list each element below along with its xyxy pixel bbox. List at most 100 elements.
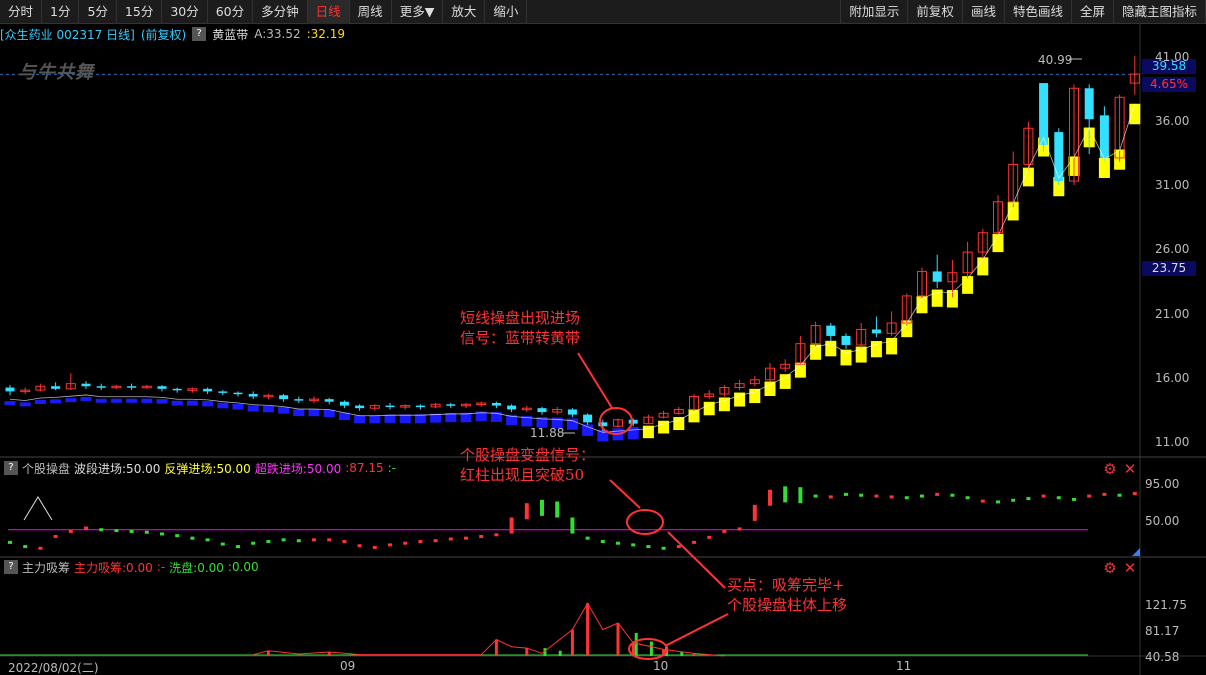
bar-mark (68, 529, 73, 533)
bar-mark (859, 493, 864, 497)
bar-mark (555, 501, 560, 518)
candle-body (446, 404, 456, 406)
candle-body (324, 399, 334, 402)
bar-mark (1041, 494, 1046, 498)
annotation-buy-point: 买点：吸筹完毕+ 个股操盘柱体上移 (727, 575, 847, 615)
band-segment (202, 401, 214, 407)
band-segment (4, 401, 16, 406)
band-segment (779, 374, 791, 389)
panel3-tick-40: 40.58 (1145, 650, 1180, 664)
bar-mark (8, 540, 12, 544)
band-segment (156, 399, 168, 404)
help-icon[interactable]: ? (4, 461, 18, 475)
price-tick-21: 21.00 (1155, 307, 1190, 321)
date-month-10: 10 (653, 659, 669, 673)
band-segment (80, 396, 92, 401)
band-segment (141, 398, 153, 403)
price-tick-26: 26.00 (1155, 242, 1190, 256)
panel3-title[interactable]: 主力吸筹 (22, 559, 70, 576)
highlight-ellipse (626, 509, 664, 535)
bar-mark (965, 496, 970, 500)
candle-body (339, 401, 349, 406)
help-icon[interactable]: ? (4, 560, 18, 574)
date-month-11: 11 (896, 659, 912, 673)
bar-mark (327, 538, 332, 542)
bar-mark (160, 532, 164, 536)
change-pct-box: 4.65% (1142, 77, 1196, 92)
candle-body (1099, 115, 1109, 158)
band-segment (186, 400, 198, 406)
annotation-arrow (667, 531, 726, 589)
band-segment (688, 409, 700, 423)
help-icon[interactable]: ? (192, 27, 207, 41)
panel3-tick-121: 121.75 (1145, 598, 1187, 612)
close-icon[interactable]: ✕ (1122, 560, 1138, 576)
panel3-series-1: 主力吸筹:0.00 (74, 560, 153, 575)
band-segment (582, 424, 594, 436)
close-icon[interactable]: ✕ (1122, 461, 1138, 477)
bar-mark (600, 540, 605, 544)
bar-mark (342, 540, 347, 544)
candle-body (172, 388, 182, 391)
price-tick-31: 31.00 (1155, 178, 1190, 192)
bar-mark (144, 530, 149, 534)
candle-body (628, 419, 638, 424)
candle-body (5, 387, 15, 392)
band-segment (126, 398, 138, 403)
bar-mark (53, 534, 58, 538)
panel2-series-5: :- (387, 461, 397, 475)
panel2-title[interactable]: 个股操盘 (22, 460, 70, 477)
bar-mark (357, 544, 362, 548)
bar-mark (464, 536, 468, 540)
panel3-series-3: 洗盘:0.00 (169, 560, 224, 575)
candle-body (1084, 88, 1094, 120)
bar-mark (403, 541, 408, 545)
bar-mark (616, 541, 620, 545)
bar-mark (540, 499, 544, 516)
band-segment (764, 381, 776, 396)
candle-body (583, 414, 593, 423)
band-segment (19, 402, 31, 407)
band-segment (278, 407, 290, 414)
bar-mark (935, 492, 940, 496)
band-segment (262, 406, 274, 413)
bar-mark (1011, 498, 1016, 502)
bar-mark (296, 539, 301, 543)
annotation-line: 个股操盘柱体上移 (727, 596, 848, 614)
gear-icon[interactable]: ⚙ (1102, 461, 1118, 477)
adjust-mode[interactable]: (前复权) (141, 26, 186, 43)
candle-body (218, 391, 228, 393)
main-chart-info: [众生药业 002317 日线] (前复权) ? 黄蓝带 A:33.52 :32… (0, 26, 345, 42)
band-value-box: 23.75 (1142, 261, 1196, 276)
bar-mark (175, 534, 180, 538)
indicator-name[interactable]: 黄蓝带 (212, 26, 248, 43)
bar-mark (220, 542, 225, 546)
bar-mark (707, 535, 712, 539)
panel3-series-2: :- (156, 560, 166, 574)
bar-mark (996, 500, 1000, 504)
band-segment (673, 417, 685, 431)
watermark-logo: 与牛共舞 (18, 62, 94, 83)
stock-title[interactable]: [众生药业 002317 日线] (0, 26, 135, 43)
candle-body (157, 386, 167, 389)
band-segment (171, 400, 183, 406)
annotation-arrow (609, 479, 641, 509)
band-segment (384, 414, 396, 423)
annotation-arrow (577, 352, 613, 409)
bar-mark (585, 536, 590, 540)
bar-mark (23, 545, 28, 549)
band-segment (65, 398, 77, 403)
price-tick-16: 16.00 (1155, 371, 1190, 385)
band-segment (110, 398, 122, 403)
bar-mark (722, 529, 727, 533)
band-segment (1129, 103, 1141, 125)
high-price-label: 40.99 (1038, 53, 1073, 67)
gear-icon[interactable]: ⚙ (1102, 560, 1118, 576)
bar-mark (661, 546, 666, 550)
triangle-marker (23, 496, 53, 521)
band-segment (293, 409, 305, 417)
bar-mark (312, 538, 316, 542)
bar-mark (372, 545, 377, 549)
annotation-line: 红柱出现且突破50 (460, 466, 585, 484)
candle-body (127, 386, 137, 388)
